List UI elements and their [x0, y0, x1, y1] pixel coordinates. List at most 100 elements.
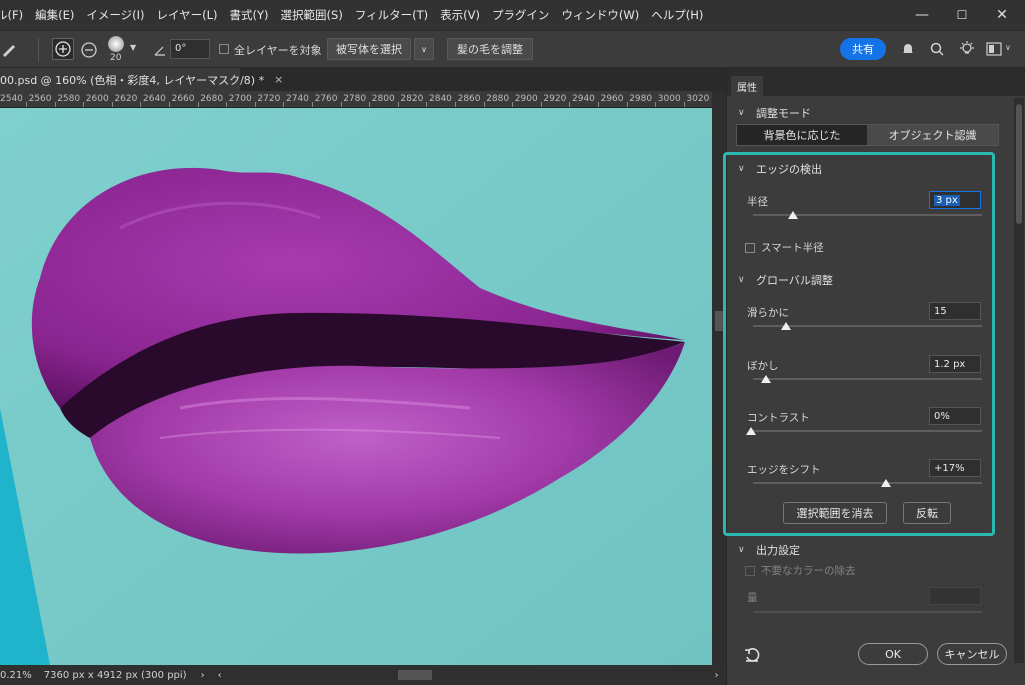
menu-image[interactable]: イメージ(I) — [80, 7, 150, 23]
clear-selection-button[interactable]: 選択範囲を消去 — [783, 502, 887, 524]
feather-input[interactable]: 1.2 px — [929, 355, 981, 373]
close-window-button[interactable]: ✕ — [982, 0, 1022, 30]
ruler-tick-label: 2660 — [171, 94, 195, 104]
panel-scrollbar[interactable] — [1014, 98, 1024, 663]
shift-edge-slider-thumb[interactable] — [881, 479, 891, 487]
menu-help[interactable]: ヘルプ(H) — [645, 7, 709, 23]
ruler-tick-mark — [197, 102, 199, 107]
menu-file[interactable]: ル(F) — [0, 7, 29, 23]
maximize-button[interactable]: ☐ — [942, 0, 982, 30]
output-settings-heading: 出力設定 — [756, 544, 800, 557]
chevron-down-icon[interactable]: ▼ — [130, 43, 136, 52]
minus-circle-icon[interactable] — [79, 40, 99, 60]
ruler-tick-mark — [140, 102, 142, 107]
ruler-tick-mark — [83, 102, 85, 107]
ruler-tick-label: 2780 — [343, 94, 367, 104]
plus-circle-icon — [55, 41, 71, 57]
mode-object-aware[interactable]: オブジェクト認識 — [867, 125, 998, 145]
status-nav-arrow[interactable]: › — [201, 670, 205, 681]
lips-image — [0, 108, 712, 665]
radius-label: 半径 — [747, 196, 768, 208]
chevron-down-icon: ∨ — [738, 164, 745, 174]
tab-properties[interactable]: 属性 — [731, 76, 763, 96]
ruler-tick-label: 2580 — [57, 94, 81, 104]
ok-button[interactable]: OK — [858, 643, 928, 665]
share-button[interactable]: 共有 — [840, 38, 886, 60]
reset-icon[interactable] — [744, 647, 760, 663]
menu-view[interactable]: 表示(V) — [434, 7, 486, 23]
menu-edit[interactable]: 編集(E) — [29, 7, 80, 23]
shift-edge-slider-track[interactable] — [753, 482, 982, 484]
divider — [38, 38, 39, 62]
ruler-tick-label: 2740 — [286, 94, 309, 104]
ruler-tick-mark — [426, 102, 428, 107]
chevron-down-icon: ∨ — [738, 545, 745, 555]
chevron-left-icon[interactable]: ‹ — [215, 670, 225, 681]
bell-icon[interactable] — [900, 41, 916, 57]
checkbox-box[interactable] — [745, 565, 755, 576]
chevron-down-icon[interactable]: ∨ — [414, 38, 434, 60]
menu-filter[interactable]: フィルター(T) — [349, 7, 434, 23]
document-title: 00.psd @ 160% (色相・彩度4, レイヤーマスク/8) * — [0, 73, 265, 87]
smooth-input[interactable]: 15 — [929, 302, 981, 320]
menu-window[interactable]: ウィンドウ(W) — [555, 7, 645, 23]
ruler-tick-mark — [254, 102, 256, 107]
feather-slider-thumb[interactable] — [761, 375, 771, 383]
contrast-input[interactable]: 0% — [929, 407, 981, 425]
invert-button[interactable]: 反転 — [903, 502, 951, 524]
amount-input[interactable] — [929, 587, 981, 605]
radius-input[interactable]: 3 px — [929, 191, 981, 209]
scroll-thumb[interactable] — [715, 311, 723, 331]
ruler-tick-label: 3000 — [657, 94, 681, 104]
feather-slider-track[interactable] — [753, 378, 982, 380]
mode-segmented-control: 背景色に応じた オブジェクト認識 — [736, 124, 999, 146]
zoom-level[interactable]: 0.21% — [0, 670, 32, 681]
brush-preset-icon[interactable] — [108, 36, 124, 52]
document-tab[interactable]: 00.psd @ 160% (色相・彩度4, レイヤーマスク/8) * × — [0, 68, 283, 91]
refine-hair-button[interactable]: 髪の毛を調整 — [447, 38, 533, 60]
radius-value: 3 px — [934, 194, 960, 206]
ruler-tick-label: 2700 — [228, 94, 252, 104]
minimize-button[interactable]: — — [902, 0, 942, 30]
smart-radius-checkbox[interactable]: スマート半径 — [745, 240, 824, 255]
contrast-slider-thumb[interactable] — [746, 427, 756, 435]
menu-plugins[interactable]: プラグイン — [486, 7, 556, 23]
angle-icon — [154, 46, 165, 56]
chevron-down-icon[interactable]: ∨ — [1005, 43, 1011, 52]
panel-scroll-thumb[interactable] — [1016, 104, 1022, 224]
mode-section-header[interactable]: ∨ 調整モード — [738, 105, 811, 121]
menu-select[interactable]: 選択範囲(S) — [275, 7, 349, 23]
smooth-slider-thumb[interactable] — [781, 322, 791, 330]
decontaminate-label: 不要なカラーの除去 — [761, 565, 856, 577]
close-tab-icon[interactable]: × — [274, 73, 283, 86]
select-subject-button[interactable]: 被写体を選択 — [327, 38, 411, 60]
contrast-slider-track[interactable] — [753, 430, 982, 432]
brush-tool-icon[interactable] — [0, 40, 18, 58]
ruler-tick-mark — [512, 102, 514, 107]
search-icon[interactable] — [929, 41, 945, 57]
menu-type[interactable]: 書式(Y) — [224, 7, 275, 23]
shift-edge-input[interactable]: +17% — [929, 459, 981, 477]
ruler-tick-mark — [455, 102, 456, 107]
mode-color-aware[interactable]: 背景色に応じた — [737, 125, 867, 145]
add-to-selection-button[interactable] — [52, 38, 74, 60]
workspace-icon[interactable] — [986, 42, 1002, 56]
lightbulb-icon[interactable] — [958, 40, 976, 58]
cancel-button[interactable]: キャンセル — [937, 643, 1007, 665]
edge-detection-header[interactable]: ∨ エッジの検出 — [738, 161, 822, 177]
sample-all-layers-checkbox[interactable] — [219, 44, 229, 54]
ruler-tick-mark — [598, 102, 599, 107]
radius-slider-thumb[interactable] — [788, 211, 798, 219]
menu-layer[interactable]: レイヤー(L) — [150, 7, 223, 23]
horizontal-scroll-thumb[interactable] — [397, 670, 432, 680]
chevron-right-icon[interactable]: › — [715, 670, 719, 681]
ruler-tick-label: 2680 — [200, 94, 224, 104]
angle-input[interactable]: 0° — [170, 39, 210, 59]
canvas[interactable] — [0, 108, 712, 665]
output-settings-header[interactable]: ∨ 出力設定 — [738, 542, 800, 558]
decontaminate-checkbox[interactable]: 不要なカラーの除去 — [745, 563, 856, 578]
global-refinement-header[interactable]: ∨ グローバル調整 — [738, 272, 833, 288]
ruler-tick-label: 2820 — [400, 94, 424, 104]
amount-slider-track[interactable] — [753, 611, 982, 613]
checkbox-box[interactable] — [745, 242, 755, 253]
